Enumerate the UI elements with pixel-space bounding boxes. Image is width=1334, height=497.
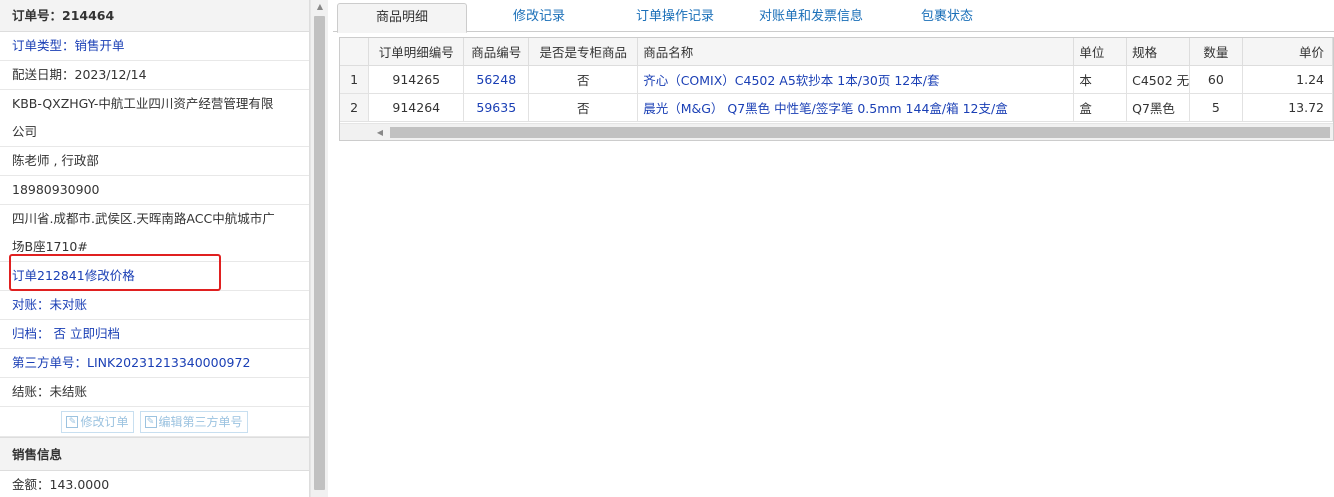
- col-detail-id[interactable]: 订单明细编号: [368, 38, 465, 66]
- tab-operation-log[interactable]: 订单操作记录: [609, 3, 741, 32]
- spec: C4502 无: [1126, 65, 1191, 94]
- reconcile-status: 对账：未对账: [0, 291, 309, 320]
- detail-id: 914265: [368, 65, 465, 94]
- product-grid: 订单明细编号 商品编号 是否是专柜商品 商品名称 单位 规格 数量 单价 1 9…: [339, 37, 1334, 141]
- col-product-id[interactable]: 商品编号: [463, 38, 530, 66]
- table-row[interactable]: 2 914264 59635 否 晨光（M&G） Q7黑色 中性笔/签字笔 0.…: [340, 93, 1333, 122]
- archive-value: 否: [53, 326, 67, 341]
- order-number-header: 订单号：214464: [0, 0, 309, 32]
- counter-product: 否: [528, 93, 639, 122]
- scrollbar-thumb[interactable]: [314, 16, 325, 490]
- app-root: 订单号：214464 订单类型：销售开单 配送日期：2023/12/14 KBB…: [0, 0, 1334, 497]
- tab-product-details[interactable]: 商品明细: [337, 3, 467, 33]
- product-table: 订单明细编号 商品编号 是否是专柜商品 商品名称 单位 规格 数量 单价 1 9…: [340, 38, 1333, 122]
- counter-product: 否: [528, 65, 639, 94]
- detail-panel: 商品明细 修改记录 订单操作记录 对账单和发票信息 包裹状态 订单明细编号 商品…: [333, 0, 1334, 497]
- address-line1: 四川省.成都市.武侯区.天晖南路ACC中航城市广: [12, 211, 275, 226]
- product-id-link[interactable]: 59635: [463, 93, 530, 122]
- product-name-link[interactable]: 晨光（M&G） Q7黑色 中性笔/签字笔 0.5mm 144盒/箱 12支/盒: [637, 93, 1075, 122]
- unit: 盒: [1073, 93, 1128, 122]
- arrow-left-icon[interactable]: ◀: [373, 124, 387, 140]
- col-unit-price[interactable]: 单价: [1242, 38, 1333, 66]
- customer-name: KBB-QXZHGY-中航工业四川资产经营管理有限 公司: [0, 90, 309, 147]
- edit-third-party-label: 编辑第三方单号: [158, 414, 243, 429]
- contact-person: 陈老师 , 行政部: [0, 147, 309, 176]
- table-row[interactable]: 1 914265 56248 否 齐心（COMIX）C4502 A5软抄本 1本…: [340, 65, 1333, 94]
- archive-now-link[interactable]: 立即归档: [70, 326, 120, 341]
- horizontal-scrollbar-thumb[interactable]: [390, 127, 1330, 138]
- customer-name-line1: KBB-QXZHGY-中航工业四川资产经营管理有限: [12, 96, 274, 111]
- col-quantity[interactable]: 数量: [1189, 38, 1243, 66]
- quantity: 5: [1189, 93, 1243, 122]
- product-name-link[interactable]: 齐心（COMIX）C4502 A5软抄本 1本/30页 12本/套: [637, 65, 1075, 94]
- edit-icon: ✎: [144, 415, 157, 428]
- tab-package-status[interactable]: 包裹状态: [881, 3, 1013, 32]
- unit: 本: [1073, 65, 1128, 94]
- unit-price: 1.24: [1242, 65, 1333, 94]
- col-counter-product[interactable]: 是否是专柜商品: [528, 38, 639, 66]
- delivery-date: 配送日期：2023/12/14: [0, 61, 309, 90]
- arrow-up-icon[interactable]: ▲: [311, 0, 329, 14]
- edit-icon: ✎: [66, 415, 79, 428]
- table-header-row: 订单明细编号 商品编号 是否是专柜商品 商品名称 单位 规格 数量 单价: [340, 38, 1333, 66]
- row-index: 2: [340, 93, 370, 122]
- col-unit[interactable]: 单位: [1073, 38, 1128, 66]
- left-panel-scrollbar[interactable]: ▲: [310, 0, 328, 497]
- col-index: [340, 38, 370, 66]
- unit-price: 13.72: [1242, 93, 1333, 122]
- tab-statement-invoice[interactable]: 对账单和发票信息: [745, 3, 877, 32]
- sales-amount: 金额：143.0000: [0, 471, 309, 497]
- sales-info-header: 销售信息: [0, 437, 309, 471]
- edit-order-button[interactable]: ✎ 修改订单: [61, 410, 134, 433]
- table-horizontal-scrollbar[interactable]: ◀: [340, 123, 1333, 140]
- order-type: 订单类型：销售开单: [0, 32, 309, 61]
- edit-order-label: 修改订单: [80, 414, 129, 429]
- customer-name-line2: 公司: [12, 124, 38, 139]
- phone-number: 18980930900: [0, 176, 309, 205]
- product-id-link[interactable]: 56248: [463, 65, 530, 94]
- spec: Q7黑色: [1126, 93, 1191, 122]
- edit-third-party-button[interactable]: ✎ 编辑第三方单号: [139, 410, 248, 433]
- highlight-box: [9, 254, 221, 291]
- col-spec[interactable]: 规格: [1126, 38, 1191, 66]
- tab-change-log[interactable]: 修改记录: [473, 3, 605, 32]
- quantity: 60: [1189, 65, 1243, 94]
- settle-status: 结账：未结账: [0, 378, 309, 407]
- row-index: 1: [340, 65, 370, 94]
- col-product-name[interactable]: 商品名称: [637, 38, 1075, 66]
- order-info-panel: 订单号：214464 订单类型：销售开单 配送日期：2023/12/14 KBB…: [0, 0, 310, 497]
- archive-status: 归档： 否 立即归档: [0, 320, 309, 349]
- detail-tabs: 商品明细 修改记录 订单操作记录 对账单和发票信息 包裹状态: [333, 0, 1334, 33]
- order-actions: ✎ 修改订单 ✎ 编辑第三方单号: [0, 407, 309, 437]
- third-party-order-number: 第三方单号：LINK20231213340000972: [0, 349, 309, 378]
- archive-label: 归档：: [12, 326, 50, 341]
- detail-id: 914264: [368, 93, 465, 122]
